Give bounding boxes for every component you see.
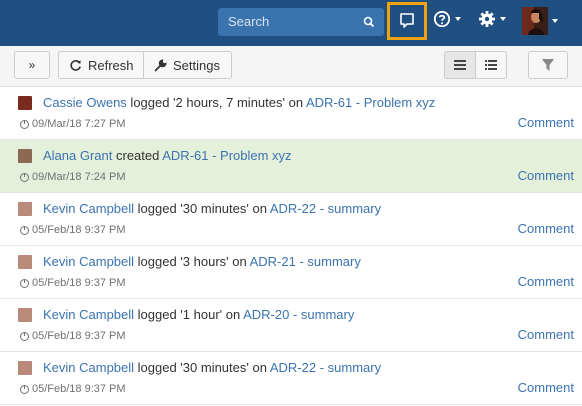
settings-label: Settings [173, 57, 220, 73]
gear-icon [479, 11, 495, 27]
user-avatar[interactable] [18, 96, 32, 110]
toolbar: » Refresh Settings [0, 46, 582, 87]
user-avatar[interactable] [18, 202, 32, 216]
list-item: Alana Grant created ADR-61 - Problem xyz… [0, 140, 582, 193]
activity-action: logged '2 hours, 7 minutes' on [126, 95, 306, 110]
settings-menu[interactable] [478, 10, 506, 28]
clock-icon [20, 278, 29, 288]
user-link[interactable]: Alana Grant [43, 148, 112, 163]
activity-action: logged '1 hour' on [134, 307, 244, 322]
chevron-down-icon [500, 17, 506, 21]
user-link[interactable]: Kevin Campbell [43, 360, 134, 375]
compact-view-button[interactable] [444, 51, 476, 79]
list-item: Kevin Campbell logged '30 minutes' on AD… [0, 193, 582, 246]
user-avatar[interactable] [18, 149, 32, 163]
refresh-button[interactable]: Refresh [58, 51, 144, 79]
activity-timestamp: 05/Feb/18 9:37 PM [20, 277, 126, 289]
activity-text: Kevin Campbell logged '30 minutes' on AD… [43, 201, 381, 216]
search-placeholder: Search [228, 14, 270, 29]
activity-timestamp: 09/Mar/18 7:24 PM [20, 171, 126, 183]
activity-text: Cassie Owens logged '2 hours, 7 minutes'… [43, 95, 435, 110]
user-menu[interactable] [522, 7, 558, 35]
list-detail-icon [485, 60, 497, 70]
user-avatar [522, 7, 548, 35]
activity-feed-list: Cassie Owens logged '2 hours, 7 minutes'… [0, 87, 582, 405]
issue-link[interactable]: ADR-61 - Problem xyz [162, 148, 291, 163]
activity-timestamp: 05/Feb/18 9:37 PM [20, 383, 126, 395]
detail-view-button[interactable] [475, 51, 507, 79]
activity-timestamp: 05/Feb/18 9:37 PM [20, 224, 126, 236]
user-avatar[interactable] [18, 255, 32, 269]
settings-button[interactable]: Settings [143, 51, 232, 79]
refresh-icon [70, 59, 81, 71]
comment-link[interactable]: Comment [518, 274, 574, 289]
clock-icon [20, 384, 29, 394]
expand-sidebar-button[interactable]: » [14, 51, 50, 79]
activity-text: Kevin Campbell logged '1 hour' on ADR-20… [43, 307, 354, 322]
activity-text: Kevin Campbell logged '3 hours' on ADR-2… [43, 254, 361, 269]
issue-link[interactable]: ADR-61 - Problem xyz [306, 95, 435, 110]
list-item: Kevin Campbell logged '3 hours' on ADR-2… [0, 246, 582, 299]
list-item: Cassie Owens logged '2 hours, 7 minutes'… [0, 87, 582, 140]
help-icon [433, 10, 451, 28]
comment-link[interactable]: Comment [518, 115, 574, 130]
activity-action: logged '30 minutes' on [134, 201, 270, 216]
user-avatar[interactable] [18, 308, 32, 322]
issue-link[interactable]: ADR-22 - summary [270, 360, 381, 375]
filter-icon [542, 59, 554, 71]
clock-icon [20, 331, 29, 341]
comment-link[interactable]: Comment [518, 168, 574, 183]
refresh-label: Refresh [88, 57, 134, 73]
activity-action: logged '30 minutes' on [134, 360, 270, 375]
timestamp-text: 09/Mar/18 7:24 PM [32, 171, 126, 183]
timestamp-text: 09/Mar/18 7:27 PM [32, 118, 126, 130]
timestamp-text: 05/Feb/18 9:37 PM [32, 383, 126, 395]
clock-icon [20, 119, 29, 129]
comment-link[interactable]: Comment [518, 221, 574, 236]
filter-button[interactable] [528, 51, 568, 79]
list-item: Kevin Campbell logged '1 hour' on ADR-20… [0, 299, 582, 352]
activity-action: created [112, 148, 163, 163]
feed-icon [400, 13, 414, 28]
list-item: Kevin Campbell logged '30 minutes' on AD… [0, 352, 582, 405]
chevron-down-icon [455, 17, 461, 21]
user-link[interactable]: Kevin Campbell [43, 307, 134, 322]
activity-feed-button[interactable] [387, 2, 427, 40]
activity-timestamp: 05/Feb/18 9:37 PM [20, 330, 126, 342]
activity-action: logged '3 hours' on [134, 254, 250, 269]
activity-text: Kevin Campbell logged '30 minutes' on AD… [43, 360, 381, 375]
chevron-down-icon [552, 19, 558, 23]
top-navigation-bar: Search [0, 0, 582, 46]
search-icon[interactable] [362, 15, 376, 29]
user-link[interactable]: Kevin Campbell [43, 201, 134, 216]
issue-link[interactable]: ADR-21 - summary [250, 254, 361, 269]
clock-icon [20, 225, 29, 235]
activity-text: Alana Grant created ADR-61 - Problem xyz [43, 148, 292, 163]
list-compact-icon [454, 60, 466, 70]
comment-link[interactable]: Comment [518, 380, 574, 395]
timestamp-text: 05/Feb/18 9:37 PM [32, 277, 126, 289]
timestamp-text: 05/Feb/18 9:37 PM [32, 224, 126, 236]
wrench-icon [154, 58, 167, 71]
issue-link[interactable]: ADR-20 - summary [243, 307, 354, 322]
help-menu[interactable] [433, 10, 461, 28]
search-input[interactable]: Search [218, 8, 384, 36]
comment-link[interactable]: Comment [518, 327, 574, 342]
user-link[interactable]: Kevin Campbell [43, 254, 134, 269]
user-link[interactable]: Cassie Owens [43, 95, 127, 110]
activity-timestamp: 09/Mar/18 7:27 PM [20, 118, 126, 130]
timestamp-text: 05/Feb/18 9:37 PM [32, 330, 126, 342]
user-avatar[interactable] [18, 361, 32, 375]
issue-link[interactable]: ADR-22 - summary [270, 201, 381, 216]
clock-icon [20, 172, 29, 182]
